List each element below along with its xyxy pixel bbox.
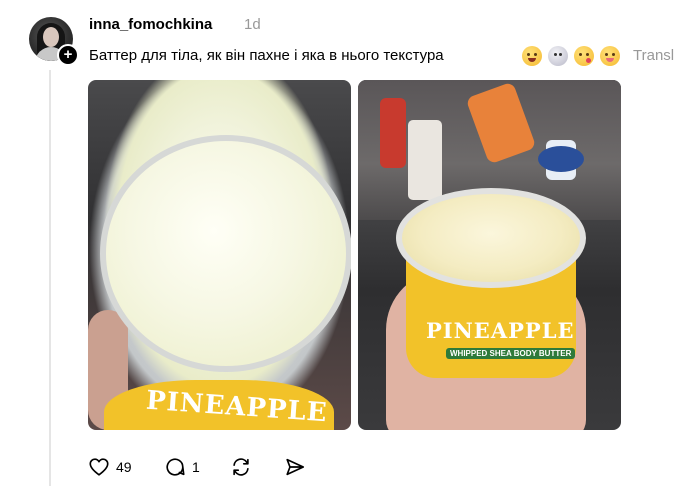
avatar-face <box>43 27 59 47</box>
thread-line <box>49 70 51 486</box>
smiling-face-emoji <box>522 46 542 66</box>
ghost-emoji <box>548 46 568 66</box>
jar-opening <box>396 188 586 288</box>
share-button[interactable] <box>284 455 306 479</box>
photo-jar-in-hand[interactable]: PINEAPPLE WHIPPED SHEA BODY BUTTER <box>358 80 621 430</box>
squinting-tongue-emoji <box>600 46 620 66</box>
post-text: Баттер для тіла, як він пахне і яка в нь… <box>89 47 444 64</box>
comment-icon <box>166 458 185 476</box>
post-time[interactable]: 1d <box>244 16 261 33</box>
heart-icon <box>89 458 109 476</box>
send-icon <box>286 458 305 476</box>
follow-plus-icon[interactable]: + <box>57 44 79 66</box>
reply-count: 1 <box>192 459 200 475</box>
translate-link[interactable]: Transl <box>633 47 674 64</box>
jar-rim <box>100 135 351 372</box>
photo-red-bottle <box>380 98 406 168</box>
jar-label-text: PINEAPPLE <box>426 318 575 343</box>
like-count: 49 <box>116 459 132 475</box>
jar: PINEAPPLE WHIPPED SHEA BODY BUTTER <box>396 188 586 393</box>
reply-button[interactable]: 1 <box>164 455 200 479</box>
repost-icon <box>233 458 249 476</box>
jar-sublabel: WHIPPED SHEA BODY BUTTER <box>446 348 576 359</box>
face-blowing-kiss-emoji <box>574 46 594 66</box>
photo-open-jar-closeup[interactable]: PINEAPPLE <box>88 80 351 430</box>
repost-button[interactable] <box>230 455 252 479</box>
like-button[interactable]: 49 <box>88 455 132 479</box>
photo-blue-jar <box>538 146 584 172</box>
username[interactable]: inna_fomochkina <box>89 16 212 33</box>
